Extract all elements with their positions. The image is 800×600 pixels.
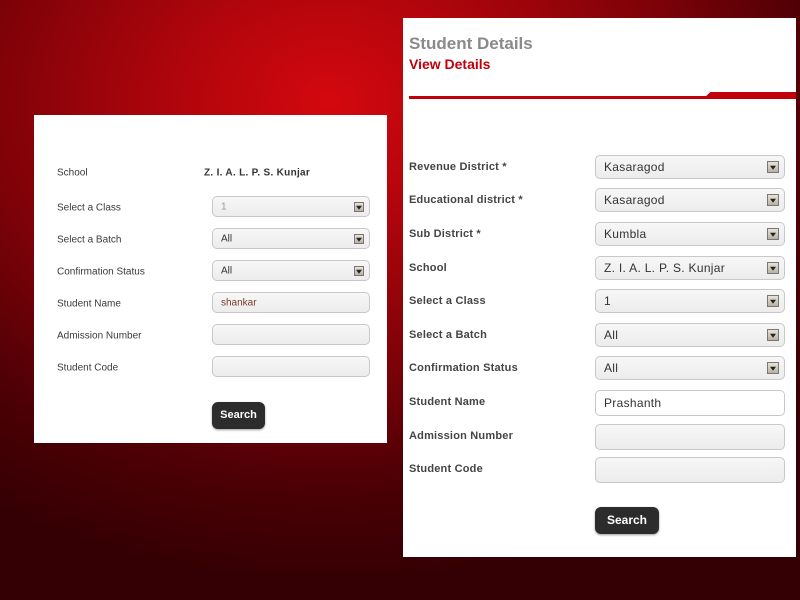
search-button[interactable]: Search	[595, 507, 659, 534]
confirmation-label: Confirmation Status	[409, 362, 518, 374]
student-code-label: Student Code	[409, 463, 483, 475]
confirmation-row: Confirmation Status All	[34, 260, 387, 284]
student-name-row: Student Name shankar	[34, 292, 387, 316]
student-code-label: Student Code	[57, 362, 119, 374]
confirmation-row: Confirmation Status All	[403, 356, 796, 380]
class-label: Select a Class	[409, 295, 486, 307]
admission-label: Admission Number	[409, 430, 514, 442]
dropdown-arrow-icon[interactable]	[767, 228, 779, 240]
revenue-district-label: Revenue District *	[409, 161, 507, 173]
sub-district-value: Kumbla	[604, 227, 647, 241]
confirmation-select-value: All	[221, 265, 233, 276]
dropdown-arrow-icon[interactable]	[767, 362, 779, 374]
batch-select[interactable]: All	[595, 323, 785, 347]
confirmation-label: Confirmation Status	[57, 266, 145, 278]
header-divider-accent	[703, 92, 796, 99]
student-name-row: Student Name Prashanth	[403, 390, 796, 416]
sub-district-label: Sub District *	[409, 228, 481, 240]
admission-number-input[interactable]	[595, 424, 785, 450]
batch-row: Select a Batch All	[403, 323, 796, 347]
student-code-input[interactable]	[595, 457, 785, 483]
admission-row: Admission Number	[34, 324, 387, 348]
dropdown-arrow-icon[interactable]	[767, 329, 779, 341]
class-row: Select a Class 1	[34, 196, 387, 220]
school-label: School	[409, 262, 447, 274]
dropdown-arrow-icon[interactable]	[767, 161, 779, 173]
page-subtitle: View Details	[409, 56, 491, 72]
admission-row: Admission Number	[403, 424, 796, 450]
student-code-row: Student Code	[403, 457, 796, 483]
dropdown-arrow-icon[interactable]	[354, 233, 364, 244]
student-name-value: Prashanth	[604, 396, 662, 410]
dropdown-arrow-icon[interactable]	[767, 262, 779, 274]
student-name-input[interactable]: shankar	[212, 292, 370, 313]
student-name-label: Student Name	[409, 396, 486, 408]
educational-district-value: Kasaragod	[604, 193, 665, 207]
school-label: School	[57, 167, 88, 179]
educational-district-select[interactable]: Kasaragod	[595, 188, 785, 212]
confirmation-select[interactable]: All	[595, 356, 785, 380]
sub-district-row: Sub District * Kumbla	[403, 222, 796, 246]
revenue-district-select[interactable]: Kasaragod	[595, 155, 785, 179]
dropdown-arrow-icon[interactable]	[767, 194, 779, 206]
batch-label: Select a Batch	[57, 234, 122, 246]
class-value: 1	[604, 294, 611, 308]
dropdown-arrow-icon[interactable]	[354, 201, 364, 212]
class-select-value: 1	[221, 201, 227, 212]
batch-row: Select a Batch All	[34, 228, 387, 252]
school-select[interactable]: Z. I. A. L. P. S. Kunjar	[595, 256, 785, 280]
batch-value: All	[604, 328, 619, 342]
page-title: Student Details	[409, 34, 533, 53]
class-select[interactable]: 1	[595, 289, 785, 313]
educational-district-label: Educational district *	[409, 194, 523, 206]
student-name-input[interactable]: Prashanth	[595, 390, 785, 416]
confirmation-value: All	[604, 361, 619, 375]
search-button[interactable]: Search	[212, 402, 265, 429]
confirmation-select[interactable]: All	[212, 260, 370, 281]
sub-district-select[interactable]: Kumbla	[595, 222, 785, 246]
educational-district-row: Educational district * Kasaragod	[403, 188, 796, 212]
admission-label: Admission Number	[57, 330, 142, 342]
student-code-row: Student Code	[34, 356, 387, 380]
batch-select-value: All	[221, 233, 233, 244]
right-form-panel: Student Details View Details Revenue Dis…	[403, 18, 796, 557]
student-name-label: Student Name	[57, 298, 121, 310]
admission-number-input[interactable]	[212, 324, 370, 345]
school-value: Z. I. A. L. P. S. Kunjar	[604, 261, 726, 275]
school-row: School Z. I. A. L. P. S. Kunjar	[34, 161, 387, 185]
dropdown-arrow-icon[interactable]	[354, 265, 364, 276]
class-row: Select a Class 1	[403, 289, 796, 313]
class-select[interactable]: 1	[212, 196, 370, 217]
batch-select[interactable]: All	[212, 228, 370, 249]
header-divider	[409, 96, 709, 99]
revenue-district-value: Kasaragod	[604, 160, 665, 174]
dropdown-arrow-icon[interactable]	[767, 295, 779, 307]
class-label: Select a Class	[57, 202, 121, 214]
revenue-district-row: Revenue District * Kasaragod	[403, 155, 796, 179]
student-code-input[interactable]	[212, 356, 370, 377]
student-name-value: shankar	[221, 297, 257, 308]
left-form-panel: School Z. I. A. L. P. S. Kunjar Select a…	[34, 115, 387, 443]
batch-label: Select a Batch	[409, 329, 488, 341]
school-value: Z. I. A. L. P. S. Kunjar	[204, 167, 311, 179]
school-row: School Z. I. A. L. P. S. Kunjar	[403, 256, 796, 280]
